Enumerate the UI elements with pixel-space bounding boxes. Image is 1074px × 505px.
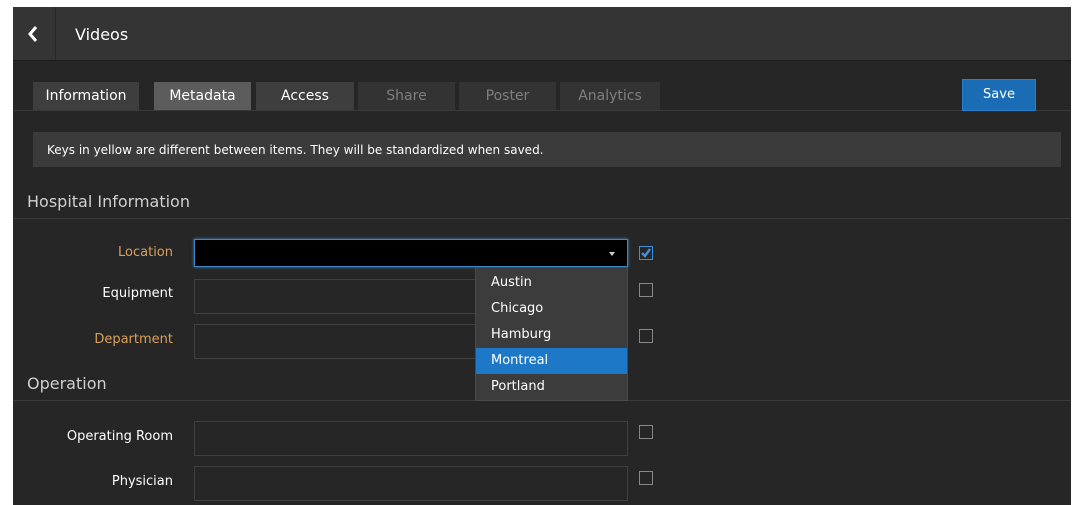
back-button[interactable]: [13, 7, 56, 60]
equipment-checkbox[interactable]: [639, 283, 653, 297]
operating-room-checkbox[interactable]: [639, 425, 653, 439]
header-bar: Videos: [13, 7, 1071, 61]
operating-room-input[interactable]: [194, 421, 628, 456]
section-title-hospital: Hospital Information: [27, 192, 190, 211]
physician-checkbox[interactable]: [639, 471, 653, 485]
tab-poster: Poster: [459, 82, 556, 110]
app-window: Videos Information Metadata Access Share…: [13, 7, 1071, 505]
physician-input[interactable]: [194, 466, 628, 501]
equipment-label: Equipment: [102, 286, 173, 301]
tab-bar: Information Metadata Access Share Poster…: [13, 80, 1071, 111]
page-title: Videos: [75, 25, 129, 44]
section-title-operation: Operation: [27, 374, 107, 393]
section-divider: [13, 218, 1071, 219]
location-dropdown-list: Austin Chicago Hamburg Montreal Portland: [475, 267, 628, 401]
department-checkbox[interactable]: [639, 329, 653, 343]
tab-metadata[interactable]: Metadata: [154, 82, 251, 110]
location-select[interactable]: [194, 239, 628, 267]
dropdown-option-montreal[interactable]: Montreal: [476, 348, 627, 374]
tab-analytics: Analytics: [560, 82, 660, 110]
location-label: Location: [118, 245, 173, 260]
location-checkbox[interactable]: [639, 246, 653, 260]
tab-information[interactable]: Information: [33, 82, 139, 110]
dropdown-option-portland[interactable]: Portland: [476, 374, 627, 400]
dropdown-option-austin[interactable]: Austin: [476, 270, 627, 296]
caret-down-icon: [609, 252, 615, 256]
department-label: Department: [94, 332, 173, 347]
info-notice: Keys in yellow are different between ite…: [33, 132, 1061, 167]
save-button[interactable]: Save: [962, 79, 1036, 111]
operating-room-label: Operating Room: [66, 429, 173, 444]
tab-share: Share: [358, 82, 455, 110]
dropdown-option-chicago[interactable]: Chicago: [476, 296, 627, 322]
dropdown-option-hamburg[interactable]: Hamburg: [476, 322, 627, 348]
check-icon: [641, 248, 652, 258]
physician-label: Physician: [111, 474, 173, 489]
tab-access[interactable]: Access: [256, 82, 354, 110]
chevron-left-icon: [28, 26, 38, 42]
